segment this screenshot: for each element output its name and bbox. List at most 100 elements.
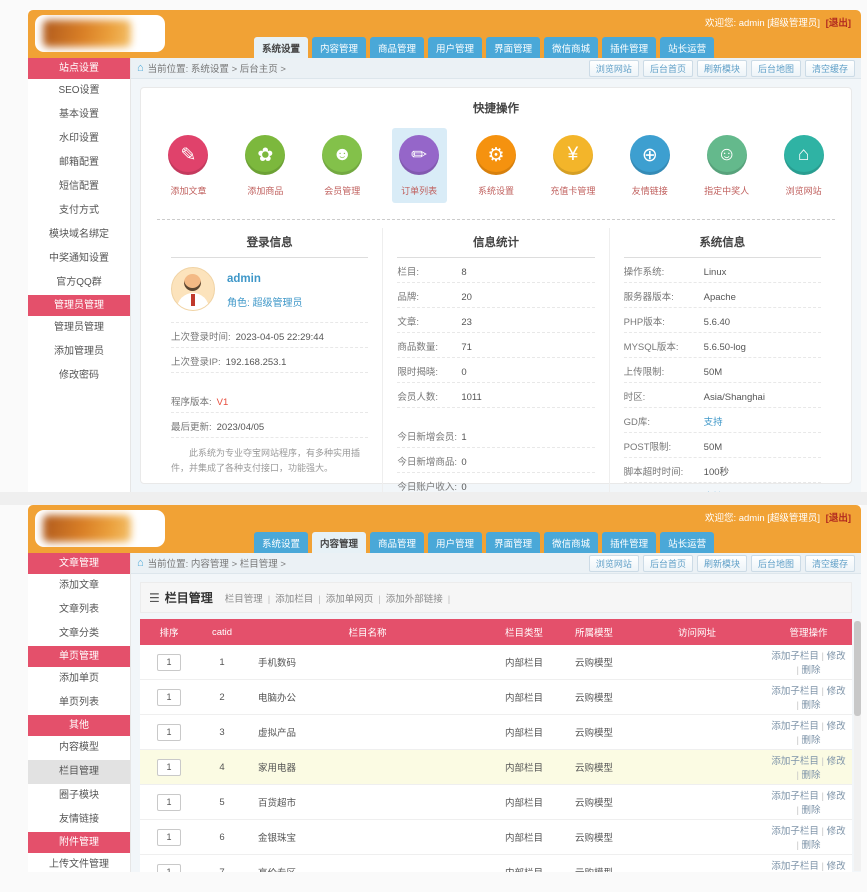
action-link-2[interactable]: 删除 <box>802 700 821 711</box>
order-input[interactable] <box>157 654 181 671</box>
sidebar-item[interactable]: 邮箱配置 <box>28 151 130 175</box>
action-link-1[interactable]: 修改 <box>827 721 846 732</box>
quick-action-add-article[interactable]: ✎添加文章 <box>161 128 216 203</box>
order-input[interactable] <box>157 864 181 873</box>
home-icon[interactable]: ⌂ <box>137 62 144 74</box>
tab-5[interactable]: 微信商城 <box>544 532 598 553</box>
order-input[interactable] <box>157 724 181 741</box>
sidebar-item[interactable]: SEO设置 <box>28 79 130 103</box>
sidebar-item[interactable]: 文章列表 <box>28 598 130 622</box>
quick-action-system-settings[interactable]: ⚙系统设置 <box>469 128 524 203</box>
logout-link[interactable]: [退出] <box>826 18 851 29</box>
site-logo[interactable] <box>35 510 165 547</box>
action-link-1[interactable]: 修改 <box>827 826 846 837</box>
action-link-1[interactable]: 修改 <box>827 686 846 697</box>
sidebar-item[interactable]: 文章分类 <box>28 622 130 646</box>
toolbar-button[interactable]: 后台地图 <box>751 555 801 572</box>
tab-6[interactable]: 插件管理 <box>602 37 656 58</box>
sidebar-section-header[interactable]: 文章管理 <box>28 553 130 574</box>
tab-2[interactable]: 商品管理 <box>370 37 424 58</box>
sidebar-item[interactable]: 添加管理员 <box>28 340 130 364</box>
sidebar-item[interactable]: 管理员管理 <box>28 316 130 340</box>
sidebar-item[interactable]: 中奖通知设置 <box>28 247 130 271</box>
tab-6[interactable]: 插件管理 <box>602 532 656 553</box>
order-input[interactable] <box>157 689 181 706</box>
section-link[interactable]: 添加栏目 <box>275 594 313 605</box>
action-link-2[interactable]: 删除 <box>802 665 821 676</box>
sidebar-item[interactable]: 添加文章 <box>28 574 130 598</box>
action-link-2[interactable]: 删除 <box>802 735 821 746</box>
site-logo[interactable] <box>35 15 165 52</box>
quick-action-visit-site[interactable]: ⌂浏览网站 <box>776 128 831 203</box>
section-link[interactable]: 添加单网页 <box>326 594 374 605</box>
tab-1[interactable]: 内容管理 <box>312 532 366 553</box>
action-link-0[interactable]: 添加子栏目 <box>771 686 819 697</box>
action-link-0[interactable]: 添加子栏目 <box>771 756 819 767</box>
sidebar-item[interactable]: 模块域名绑定 <box>28 223 130 247</box>
toolbar-button[interactable]: 后台首页 <box>643 60 693 77</box>
sidebar-item[interactable]: 单页列表 <box>28 691 130 715</box>
quick-action-assign-winner[interactable]: ☺指定中奖人 <box>699 128 754 203</box>
toolbar-button[interactable]: 后台地图 <box>751 60 801 77</box>
section-link[interactable]: 栏目管理 <box>225 594 263 605</box>
action-link-0[interactable]: 添加子栏目 <box>771 721 819 732</box>
tab-4[interactable]: 界面管理 <box>486 532 540 553</box>
home-icon[interactable]: ⌂ <box>137 557 144 569</box>
sidebar-item[interactable]: 支付方式 <box>28 199 130 223</box>
order-input[interactable] <box>157 794 181 811</box>
sidebar-section-header[interactable]: 其他 <box>28 715 130 736</box>
tab-4[interactable]: 界面管理 <box>486 37 540 58</box>
tab-7[interactable]: 站长运营 <box>660 37 714 58</box>
action-link-1[interactable]: 修改 <box>827 861 846 872</box>
sidebar-section-header[interactable]: 单页管理 <box>28 646 130 667</box>
section-link[interactable]: 添加外部链接 <box>386 594 443 605</box>
sidebar-item[interactable]: 添加单页 <box>28 667 130 691</box>
toolbar-button[interactable]: 刷新模块 <box>697 555 747 572</box>
toolbar-button[interactable]: 清空缓存 <box>805 555 855 572</box>
toolbar-button[interactable]: 后台首页 <box>643 555 693 572</box>
sidebar-section-header[interactable]: 站点设置 <box>28 58 130 79</box>
admin-username-link[interactable]: admin <box>227 273 261 285</box>
action-link-0[interactable]: 添加子栏目 <box>771 826 819 837</box>
tab-0[interactable]: 系统设置 <box>254 532 308 553</box>
sidebar-item[interactable]: 上传文件管理 <box>28 853 130 877</box>
logout-link[interactable]: [退出] <box>826 513 851 524</box>
action-link-1[interactable]: 修改 <box>827 791 846 802</box>
tab-5[interactable]: 微信商城 <box>544 37 598 58</box>
tab-0[interactable]: 系统设置 <box>254 37 308 58</box>
tab-3[interactable]: 用户管理 <box>428 37 482 58</box>
sidebar-item[interactable]: 基本设置 <box>28 103 130 127</box>
order-input[interactable] <box>157 759 181 776</box>
scrollbar-thumb[interactable] <box>854 621 861 716</box>
sidebar-item[interactable]: 友情链接 <box>28 808 130 832</box>
sidebar-item[interactable]: 短信配置 <box>28 175 130 199</box>
toolbar-button[interactable]: 清空缓存 <box>805 60 855 77</box>
toolbar-button[interactable]: 浏览网站 <box>589 60 639 77</box>
sidebar-item[interactable]: 栏目管理 <box>28 760 130 784</box>
action-link-1[interactable]: 修改 <box>827 756 846 767</box>
quick-action-add-goods[interactable]: ✿添加商品 <box>238 128 293 203</box>
action-link-0[interactable]: 添加子栏目 <box>771 861 819 872</box>
sidebar-item[interactable]: 修改密码 <box>28 364 130 388</box>
sidebar-section-header[interactable]: 附件管理 <box>28 832 130 853</box>
action-link-2[interactable]: 删除 <box>802 770 821 781</box>
tab-3[interactable]: 用户管理 <box>428 532 482 553</box>
tab-2[interactable]: 商品管理 <box>370 532 424 553</box>
sidebar-item[interactable]: 官方QQ群 <box>28 271 130 295</box>
quick-action-member-manage[interactable]: ☻会员管理 <box>315 128 370 203</box>
sidebar-item[interactable]: 内容模型 <box>28 736 130 760</box>
tab-7[interactable]: 站长运营 <box>660 532 714 553</box>
quick-action-friend-links[interactable]: ⊕友情链接 <box>622 128 677 203</box>
scrollbar[interactable] <box>854 621 861 871</box>
action-link-1[interactable]: 修改 <box>827 651 846 662</box>
sidebar-section-header[interactable]: 管理员管理 <box>28 295 130 316</box>
action-link-0[interactable]: 添加子栏目 <box>771 651 819 662</box>
order-input[interactable] <box>157 829 181 846</box>
action-link-0[interactable]: 添加子栏目 <box>771 791 819 802</box>
sidebar-item[interactable]: 水印设置 <box>28 127 130 151</box>
quick-action-order-list[interactable]: ✏订单列表 <box>392 128 447 203</box>
sidebar-item[interactable]: 圈子模块 <box>28 784 130 808</box>
toolbar-button[interactable]: 浏览网站 <box>589 555 639 572</box>
toolbar-button[interactable]: 刷新模块 <box>697 60 747 77</box>
action-link-2[interactable]: 删除 <box>802 840 821 851</box>
